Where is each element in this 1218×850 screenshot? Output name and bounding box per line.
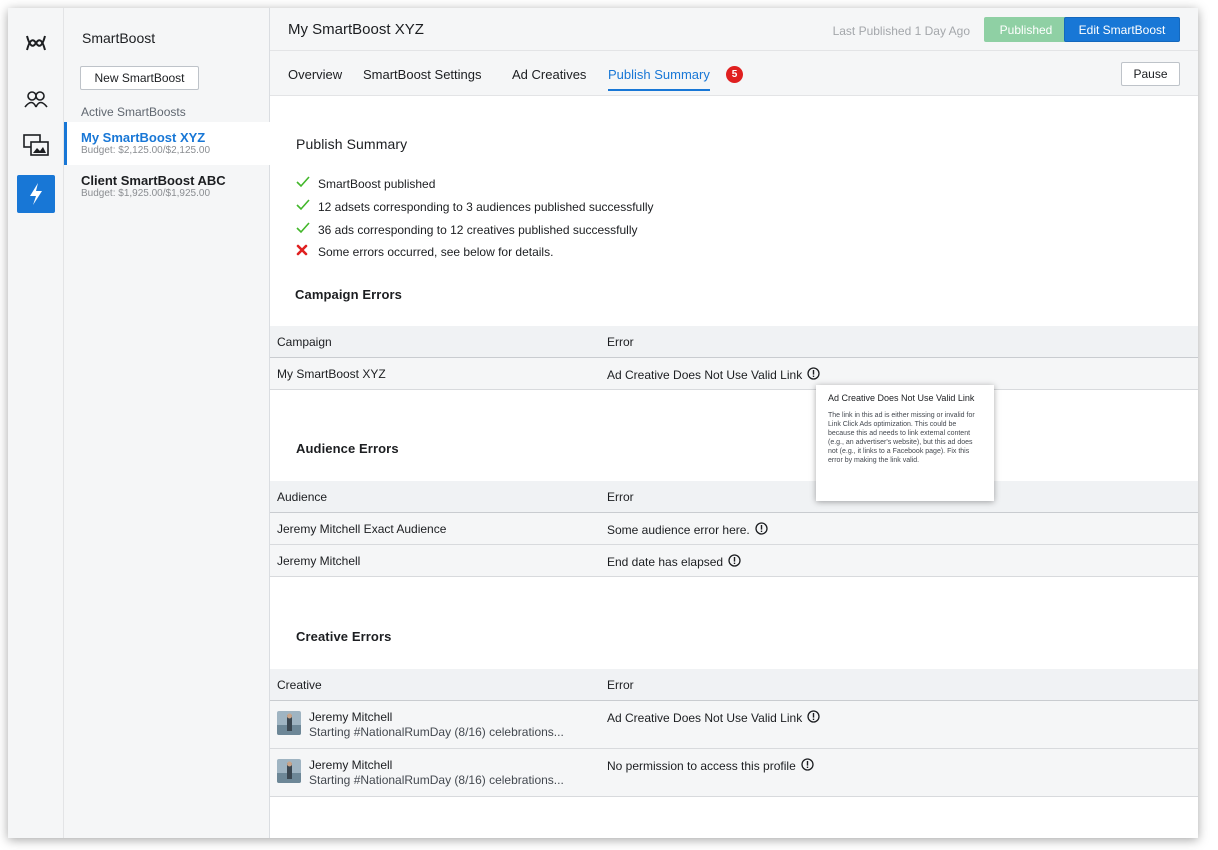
campaign-errors-title: Campaign Errors: [295, 287, 402, 302]
info-icon[interactable]: [755, 522, 768, 538]
error-cell: Ad Creative Does Not Use Valid Link: [607, 367, 820, 383]
published-button[interactable]: Published: [984, 17, 1068, 42]
table-header-row: Creative Error: [270, 669, 1198, 701]
tooltip-body: The link in this ad is either missing or…: [828, 412, 975, 464]
tab-smartboost-settings[interactable]: SmartBoost Settings: [363, 67, 482, 89]
campaign-errors-table: Campaign Error My SmartBoost XYZ Ad Crea…: [270, 326, 1198, 390]
sidebar-item-budget: Budget: $1,925.00/$1,925.00: [81, 188, 211, 199]
creative-author: Jeremy Mitchell: [309, 710, 393, 724]
column-header-error: Error: [607, 678, 634, 692]
page-header: My SmartBoost XYZ Last Published 1 Day A…: [270, 8, 1198, 51]
creative-errors-title: Creative Errors: [296, 629, 392, 644]
audiences-icon[interactable]: [17, 80, 55, 118]
error-cell: Some audience error here.: [607, 522, 768, 538]
creative-text: Starting #NationalRumDay (8/16) celebrat…: [309, 725, 564, 739]
creative-author: Jeremy Mitchell: [309, 758, 393, 772]
table-row: Jeremy Mitchell Exact Audience Some audi…: [270, 513, 1198, 545]
error-tooltip: Ad Creative Does Not Use Valid Link The …: [816, 385, 994, 501]
error-count-badge: 5: [726, 66, 743, 83]
campaign-name: My SmartBoost XYZ: [277, 367, 386, 381]
creative-text: Starting #NationalRumDay (8/16) celebrat…: [309, 773, 564, 787]
status-text: 12 adsets corresponding to 3 audiences p…: [318, 199, 654, 214]
status-text: 36 ads corresponding to 12 creatives pub…: [318, 222, 638, 237]
main-panel: My SmartBoost XYZ Last Published 1 Day A…: [270, 8, 1198, 838]
info-icon[interactable]: [801, 758, 814, 774]
status-line: SmartBoost published: [296, 176, 435, 191]
error-text: Ad Creative Does Not Use Valid Link: [607, 711, 803, 725]
publish-summary-title: Publish Summary: [296, 136, 408, 152]
tab-ad-creatives[interactable]: Ad Creatives: [512, 67, 586, 89]
column-header-error: Error: [607, 335, 634, 349]
brand-logo-icon[interactable]: [17, 24, 55, 62]
sidebar-item-budget: Budget: $2,125.00/$2,125.00: [81, 145, 211, 156]
creative-errors-table: Creative Error Jeremy Mitchell Starting …: [270, 669, 1198, 797]
sidebar-title: SmartBoost: [82, 30, 156, 46]
audience-name: Jeremy Mitchell Exact Audience: [277, 522, 447, 536]
error-text: End date has elapsed: [607, 555, 724, 569]
sidebar-item-name: Client SmartBoost ABC: [81, 173, 226, 188]
info-icon[interactable]: [807, 367, 820, 383]
table-row: Jeremy Mitchell Starting #NationalRumDay…: [270, 701, 1198, 749]
table-header-row: Audience Error: [270, 481, 1198, 513]
check-icon: [296, 222, 318, 237]
sidebar-section-label: Active SmartBoosts: [81, 105, 186, 119]
table-row: Jeremy Mitchell End date has elapsed: [270, 545, 1198, 577]
table-header-row: Campaign Error: [270, 326, 1198, 358]
info-icon[interactable]: [807, 710, 820, 726]
creatives-icon[interactable]: [17, 126, 55, 164]
pause-button[interactable]: Pause: [1121, 62, 1180, 86]
error-cell: Ad Creative Does Not Use Valid Link: [607, 710, 820, 726]
column-header-audience: Audience: [277, 490, 328, 504]
info-icon[interactable]: [728, 554, 741, 570]
status-text: Some errors occurred, see below for deta…: [318, 244, 554, 259]
column-header-error: Error: [607, 490, 634, 504]
error-cell: No permission to access this profile: [607, 758, 814, 774]
smartboost-bolt-icon[interactable]: [17, 175, 55, 213]
error-cell: End date has elapsed: [607, 554, 741, 570]
table-row: My SmartBoost XYZ Ad Creative Does Not U…: [270, 358, 1198, 390]
status-line: Some errors occurred, see below for deta…: [296, 244, 553, 259]
error-x-icon: [296, 244, 318, 259]
creative-thumbnail: [277, 711, 301, 735]
sidebar: SmartBoost New SmartBoost Active SmartBo…: [64, 8, 270, 838]
sidebar-item-name: My SmartBoost XYZ: [81, 130, 206, 145]
check-icon: [296, 176, 318, 191]
app-window: SmartBoost New SmartBoost Active SmartBo…: [8, 8, 1198, 838]
sidebar-item-my-smartboost-xyz[interactable]: My SmartBoost XYZ Budget: $2,125.00/$2,1…: [64, 122, 270, 165]
tab-overview[interactable]: Overview: [288, 67, 342, 89]
last-published-text: Last Published 1 Day Ago: [832, 24, 970, 38]
status-text: SmartBoost published: [318, 176, 436, 191]
creative-thumbnail: [277, 759, 301, 783]
check-icon: [296, 199, 318, 214]
audience-errors-title: Audience Errors: [296, 441, 399, 456]
column-header-campaign: Campaign: [277, 335, 332, 349]
page-title: My SmartBoost XYZ: [288, 21, 424, 38]
sidebar-item-client-smartboost-abc[interactable]: Client SmartBoost ABC Budget: $1,925.00/…: [64, 165, 270, 208]
edit-smartboost-button[interactable]: Edit SmartBoost: [1064, 17, 1180, 42]
tab-publish-summary[interactable]: Publish Summary: [608, 67, 710, 91]
status-line: 36 ads corresponding to 12 creatives pub…: [296, 222, 638, 237]
new-smartboost-button[interactable]: New SmartBoost: [80, 66, 199, 90]
tab-bar: Overview SmartBoost Settings Ad Creative…: [270, 51, 1198, 96]
error-text: Some audience error here.: [607, 523, 750, 537]
table-row: Jeremy Mitchell Starting #NationalRumDay…: [270, 749, 1198, 797]
audience-errors-table: Audience Error Jeremy Mitchell Exact Aud…: [270, 481, 1198, 577]
column-header-creative: Creative: [277, 678, 322, 692]
icon-rail: [8, 8, 64, 838]
status-line: 12 adsets corresponding to 3 audiences p…: [296, 199, 654, 214]
tooltip-title: Ad Creative Does Not Use Valid Link: [828, 393, 975, 403]
error-text: Ad Creative Does Not Use Valid Link: [607, 368, 803, 382]
error-text: No permission to access this profile: [607, 759, 796, 773]
audience-name: Jeremy Mitchell: [277, 554, 361, 568]
